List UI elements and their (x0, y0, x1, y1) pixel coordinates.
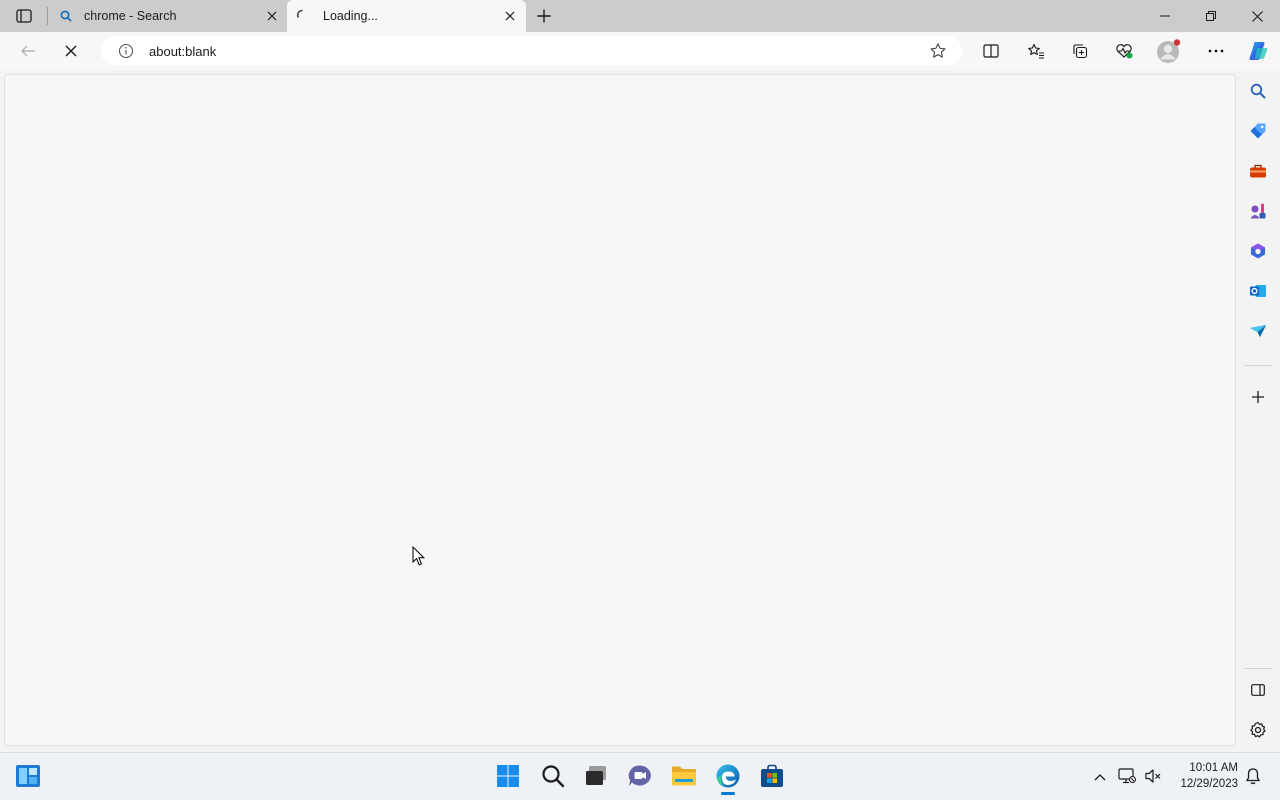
notification-bell-icon (1246, 768, 1260, 785)
tab-actions-button[interactable] (10, 6, 38, 26)
copilot-icon (1249, 42, 1268, 60)
tab-actions-icon (16, 9, 32, 23)
teams-chat-icon (628, 765, 651, 786)
url-text[interactable]: about:blank (149, 44, 216, 59)
stop-loading-button[interactable] (55, 35, 87, 67)
close-icon (1251, 10, 1263, 22)
more-icon (1208, 49, 1224, 53)
close-tab-icon[interactable] (264, 8, 280, 24)
volume-mute-icon (1145, 769, 1161, 783)
favorite-star-icon[interactable] (929, 42, 947, 60)
task-view-icon (586, 766, 606, 785)
mouse-cursor-icon (412, 546, 426, 566)
outlook-icon (1250, 285, 1266, 297)
tab-title: chrome - Search (84, 9, 177, 23)
search-icon (60, 10, 72, 22)
settings-gear-icon (1250, 721, 1266, 738)
search-icon (1250, 83, 1266, 99)
favorites-button[interactable] (1020, 35, 1052, 67)
sidebar-drop-button[interactable] (1246, 319, 1270, 343)
tab-loading[interactable]: Loading... (287, 0, 526, 32)
chevron-up-icon (1094, 774, 1106, 781)
widgets-button[interactable] (12, 760, 44, 792)
loading-spinner-icon (296, 9, 303, 18)
profile-avatar-icon (1157, 39, 1181, 63)
sidebar-microsoft365-button[interactable] (1246, 239, 1270, 263)
clock-time: 10:01 AM (1189, 762, 1238, 774)
sidebar-add-button[interactable] (1246, 385, 1270, 409)
browser-essentials-icon (1116, 44, 1133, 59)
edge-taskbar-button[interactable] (712, 760, 744, 792)
edge-icon (716, 764, 740, 788)
sidebar-toggle-icon (1251, 684, 1265, 696)
tab-divider (47, 7, 48, 25)
sidebar-games-button[interactable] (1246, 199, 1270, 223)
sidebar-settings-button[interactable] (1246, 718, 1270, 742)
sidebar-shopping-button[interactable] (1246, 119, 1270, 143)
sidebar-divider (1244, 668, 1272, 669)
sidebar-tools-button[interactable] (1246, 159, 1270, 183)
back-button[interactable] (12, 35, 44, 67)
show-hidden-icons-button[interactable] (1090, 767, 1110, 787)
stop-loading-icon (65, 45, 77, 57)
tab-title: Loading... (323, 9, 378, 23)
teams-chat-button[interactable] (624, 760, 656, 792)
shopping-tag-icon (1250, 123, 1266, 139)
minimize-button[interactable] (1142, 0, 1188, 32)
close-tab-icon[interactable] (502, 8, 518, 24)
collections-button[interactable] (1064, 35, 1096, 67)
active-app-indicator (721, 792, 735, 795)
task-view-button[interactable] (580, 760, 612, 792)
clock-date: 12/29/2023 (1180, 778, 1238, 790)
volume-button[interactable] (1143, 766, 1163, 786)
collections-icon (1073, 44, 1088, 59)
address-bar[interactable]: about:blank (101, 36, 962, 66)
file-explorer-button[interactable] (668, 760, 700, 792)
more-button[interactable] (1200, 35, 1232, 67)
add-icon (1252, 391, 1264, 403)
split-screen-icon (983, 44, 999, 58)
sidebar-outlook-button[interactable] (1246, 279, 1270, 303)
add-icon (537, 9, 551, 23)
store-icon (761, 764, 783, 787)
start-icon (497, 765, 519, 787)
split-screen-button[interactable] (975, 35, 1007, 67)
favorites-icon (1028, 43, 1044, 59)
browser-essentials-button[interactable] (1108, 35, 1140, 67)
copilot-button[interactable] (1242, 35, 1274, 67)
tab-search[interactable]: chrome - Search (50, 0, 286, 32)
drop-icon (1250, 325, 1266, 337)
sidebar-search-button[interactable] (1246, 79, 1270, 103)
profile-button[interactable] (1153, 35, 1185, 67)
close-window-button[interactable] (1234, 0, 1280, 32)
sidebar-toggle-button[interactable] (1246, 678, 1270, 702)
restore-icon (1206, 11, 1216, 21)
tools-icon (1250, 164, 1266, 178)
restore-button[interactable] (1188, 0, 1234, 32)
file-explorer-icon (672, 766, 696, 786)
store-button[interactable] (756, 760, 788, 792)
widgets-icon (16, 765, 40, 787)
network-icon (1118, 768, 1136, 784)
back-arrow-icon (21, 45, 35, 57)
sidebar-divider (1244, 365, 1272, 366)
info-icon[interactable] (118, 43, 134, 59)
network-button[interactable] (1117, 766, 1137, 786)
taskbar-clock[interactable]: 10:01 AM 12/29/2023 (1168, 760, 1238, 792)
taskbar-search-button[interactable] (537, 760, 569, 792)
page-content[interactable] (4, 74, 1236, 746)
games-icon (1250, 203, 1266, 219)
new-tab-button[interactable] (532, 4, 556, 28)
notifications-button[interactable] (1243, 766, 1263, 786)
search-icon (542, 765, 565, 788)
start-button[interactable] (492, 760, 524, 792)
minimize-icon (1160, 15, 1170, 17)
microsoft365-icon (1251, 243, 1265, 259)
